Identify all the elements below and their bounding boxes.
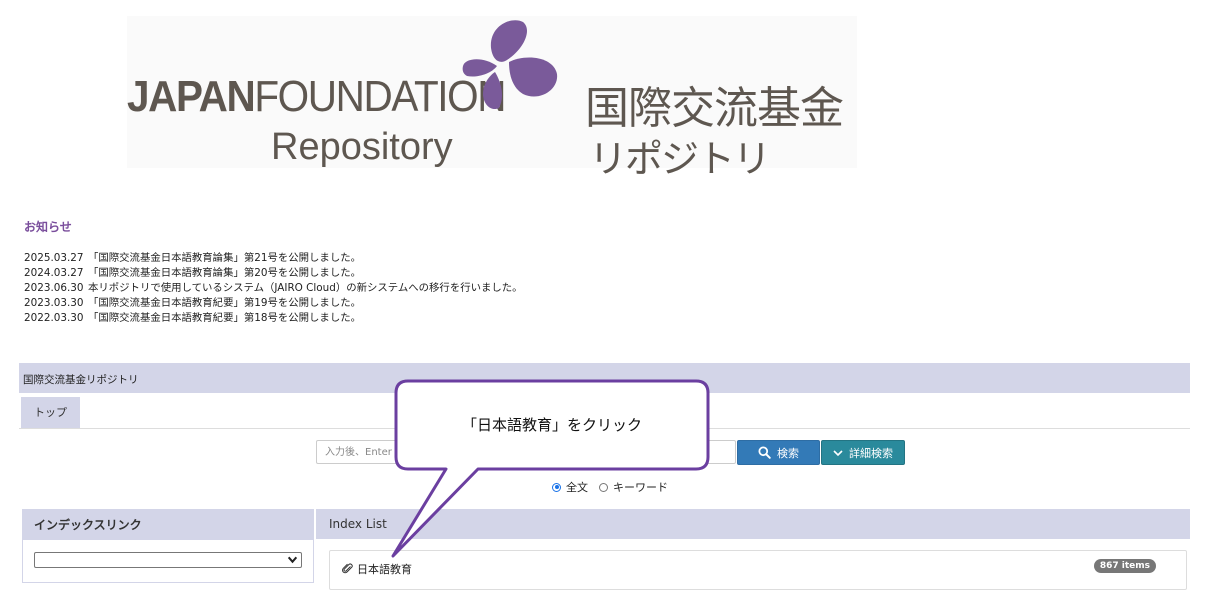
advanced-search-button[interactable]: 詳細検索 (821, 440, 905, 465)
chevron-down-icon (833, 449, 843, 456)
fulltext-radio-label[interactable]: 全文 (566, 479, 588, 495)
item-count-badge: 867 items (1093, 559, 1156, 573)
search-input[interactable] (316, 440, 736, 464)
index-list-item: 日本語教育 867 items (329, 550, 1187, 590)
index-link-heading: インデックスリンク (23, 510, 313, 540)
site-banner: JAPANFOUNDATION Repository 国際交流基金 リポジトリ (127, 16, 857, 181)
fulltext-radio[interactable] (552, 482, 561, 492)
search-icon (758, 446, 771, 459)
index-link-panel: インデックスリンク (22, 509, 314, 583)
tab-top[interactable]: トップ (21, 397, 80, 428)
logo-japanese-subtitle: リポジトリ (589, 137, 771, 181)
butterfly-logo-icon (462, 20, 558, 110)
chevron-down-icon (287, 556, 298, 564)
notices-heading: お知らせ (24, 220, 72, 234)
logo-japanese-title: 国際交流基金 (585, 83, 844, 134)
index-link-select[interactable] (34, 552, 302, 568)
index-list-panel: Index List 日本語教育 867 items (316, 509, 1190, 608)
index-list-heading: Index List (316, 509, 1190, 539)
paperclip-icon (342, 563, 353, 574)
index-item-link[interactable]: 日本語教育 (342, 561, 412, 577)
notices-list: 2025.03.27 「国際交流基金日本語教育論集」第21号を公開しました。 20… (24, 251, 523, 326)
keyword-radio[interactable] (599, 482, 608, 492)
callout-text: 「日本語教育」をクリック (461, 416, 642, 434)
search-type-options: 全文 キーワード (552, 479, 679, 495)
keyword-radio-label[interactable]: キーワード (613, 479, 668, 495)
notice-item: 2023.06.30 本リポジトリで使用しているシステム（JAIRO Cloud）… (24, 282, 523, 294)
notice-item: 2022.03.30 「国際交流基金日本語教育紀要」第18号を公開しました。 (24, 312, 361, 324)
notice-item: 2024.03.27 「国際交流基金日本語教育論集」第20号を公開しました。 (24, 267, 361, 279)
logo-japan-foundation: JAPANFOUNDATION (127, 72, 507, 121)
repository-title: 国際交流基金リポジトリ (23, 374, 139, 386)
logo-repository-text: Repository (271, 126, 453, 168)
notice-item: 2025.03.27 「国際交流基金日本語教育論集」第21号を公開しました。 (24, 252, 361, 264)
repository-header-bar: 国際交流基金リポジトリ (19, 363, 1190, 393)
notice-item: 2023.03.30 「国際交流基金日本語教育紀要」第19号を公開しました。 (24, 297, 361, 309)
search-button[interactable]: 検索 (737, 440, 820, 465)
